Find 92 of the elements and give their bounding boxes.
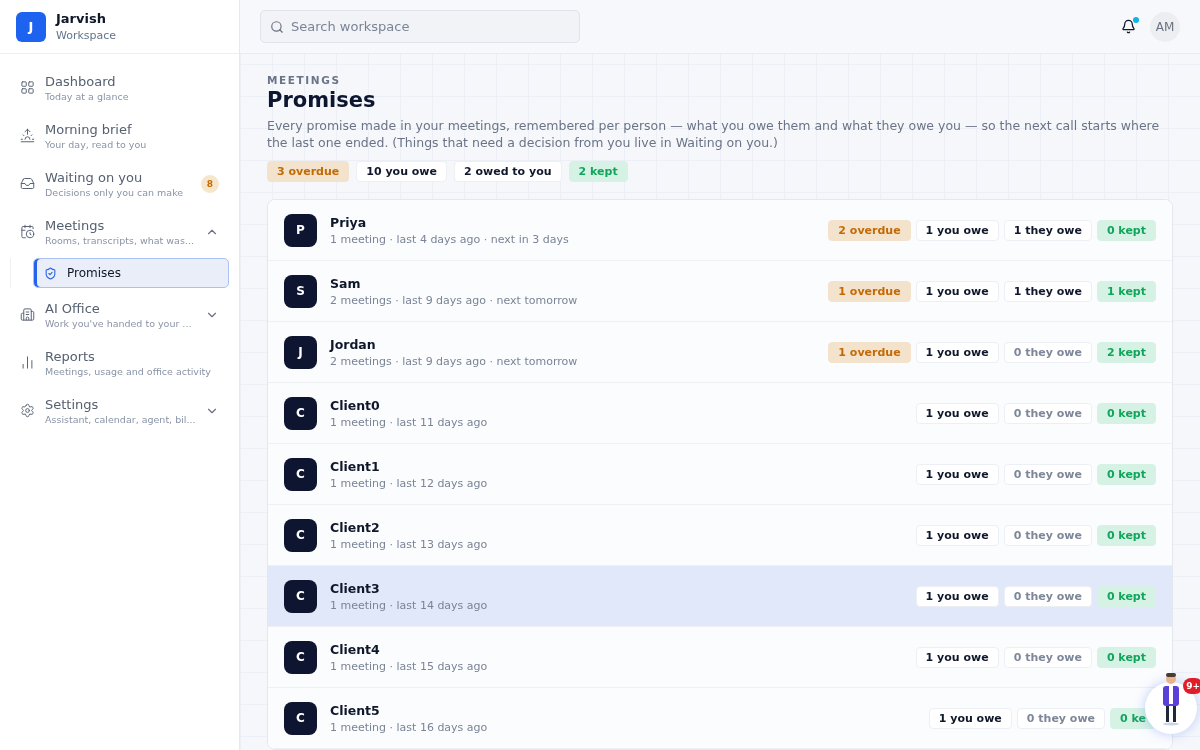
summary-chip: 2 kept <box>568 161 628 182</box>
sidebar-item[interactable]: AI Office Work you've handed to your ... <box>10 293 229 336</box>
sidebar-item[interactable]: Waiting on you Decisions only you can make 8 <box>10 162 229 205</box>
count-pill: 0 they owe <box>1003 341 1092 363</box>
sidebar-item[interactable]: Meetings Rooms, transcripts, what was... <box>10 210 229 253</box>
sidebar-item[interactable]: Settings Assistant, calendar, agent, bil... <box>10 389 229 432</box>
person-row[interactable]: C Client2 1 meeting · last 13 days ago 1 you owe 0 they owe 0 kept <box>268 505 1172 566</box>
search-icon <box>270 20 284 34</box>
section-eyebrow: MEETINGS <box>267 74 342 86</box>
count-pill: 2 kept <box>1096 341 1156 363</box>
count-pill: 0 they owe <box>1016 707 1106 729</box>
person-initial: C <box>284 457 317 491</box>
sidebar-subitem[interactable]: Promises <box>33 258 229 288</box>
brand-logo: J <box>16 11 46 42</box>
person-name: Client1 <box>330 458 381 474</box>
count-pill: 1 you owe <box>915 524 999 546</box>
person-name: Priya <box>330 214 368 230</box>
count-pill: 0 they owe <box>1003 463 1092 485</box>
shield-icon <box>44 266 57 280</box>
sidebar-item[interactable]: Morning brief Your day, read to you <box>10 114 229 157</box>
count-pill: 1 kept <box>1096 280 1156 302</box>
count-pill: 1 overdue <box>828 341 911 363</box>
search-field[interactable]: Search workspace <box>260 10 580 43</box>
count-pill: 1 they owe <box>1003 280 1092 302</box>
count-pill: 0 kept <box>1096 585 1156 607</box>
count-pill: 0 they owe <box>1003 402 1092 424</box>
person-meta: 1 meeting · last 13 days ago <box>330 537 489 551</box>
person-initial: S <box>284 274 317 308</box>
person-initial: C <box>284 396 317 430</box>
page-title: Promises <box>267 88 377 112</box>
person-initial: C <box>284 518 317 552</box>
page-description: Every promise made in your meetings, remembered per person — what you owe them and what they owe you — so the next call starts where the last one ended. (Things that need a decision from you live in Waiting on you.) <box>267 117 1161 151</box>
user-avatar[interactable]: AM <box>1150 11 1180 42</box>
settings-icon <box>20 403 35 418</box>
count-pill: 1 overdue <box>828 280 911 302</box>
person-meta: 1 meeting · last 16 days ago <box>330 720 489 734</box>
person-initial: C <box>284 579 317 613</box>
count-pill: 2 overdue <box>828 219 911 241</box>
count-pill: 1 you owe <box>915 341 999 363</box>
summary-chip: 10 you owe <box>356 161 447 182</box>
count-pill: 1 you owe <box>915 280 999 302</box>
person-initial: P <box>284 213 317 247</box>
person-row[interactable]: C Client5 1 meeting · last 16 days ago 1 you owe 0 they owe 0 ke <box>268 688 1172 749</box>
person-meta: 2 meetings · last 9 days ago · next tomorrow <box>330 293 579 307</box>
person-meta: 1 meeting · last 12 days ago <box>330 476 489 490</box>
person-initial: C <box>284 701 317 735</box>
brand-subtitle: Workspace <box>56 29 117 42</box>
person-name: Client2 <box>330 519 381 535</box>
count-pill: 0 kept <box>1096 219 1156 241</box>
summary-chip: 3 overdue <box>267 161 350 182</box>
person-meta: 1 meeting · last 4 days ago · next in 3 days <box>330 232 570 246</box>
person-meta: 2 meetings · last 9 days ago · next tomorrow <box>330 354 579 368</box>
person-name: Client0 <box>330 397 381 413</box>
person-name: Client3 <box>330 580 381 596</box>
count-pill: 0 kept <box>1096 463 1156 485</box>
count-pill: 0 kept <box>1096 524 1156 546</box>
person-name: Sam <box>330 275 362 291</box>
count-pill: 1 you owe <box>915 402 999 424</box>
sidebar-item[interactable]: Reports Meetings, usage and office activity <box>10 341 229 384</box>
person-row[interactable]: C Client4 1 meeting · last 15 days ago 1 you owe 0 they owe 0 kept <box>268 627 1172 688</box>
person-row[interactable]: S Sam 2 meetings · last 9 days ago · next tomorrow 1 overdue 1 you owe 1 they owe 1 kept <box>268 261 1172 322</box>
count-pill: 0 kept <box>1096 402 1156 424</box>
count-pill: 1 you owe <box>915 219 999 241</box>
person-meta: 1 meeting · last 15 days ago <box>330 659 489 673</box>
inbox-icon <box>20 176 35 191</box>
person-row[interactable]: C Client3 1 meeting · last 14 days ago 1 you owe 0 they owe 0 kept <box>268 566 1172 627</box>
summary-chip: 2 owed to you <box>454 161 562 182</box>
bell-icon[interactable] <box>1121 19 1136 34</box>
count-pill: 0 they owe <box>1003 585 1092 607</box>
person-name: Client4 <box>330 641 381 657</box>
person-name: Client5 <box>330 702 381 718</box>
person-meta: 1 meeting · last 14 days ago <box>330 598 489 612</box>
sidebar-item[interactable]: Dashboard Today at a glance <box>10 66 229 109</box>
count-pill: 0 they owe <box>1003 646 1092 668</box>
person-row[interactable]: C Client1 1 meeting · last 12 days ago 1 you owe 0 they owe 0 kept <box>268 444 1172 505</box>
count-pill: 0 kept <box>1096 646 1156 668</box>
person-name: Jordan <box>330 336 377 352</box>
count-pill: 1 you owe <box>928 707 1012 729</box>
count-badge: 8 <box>200 174 219 193</box>
person-initial: J <box>284 335 317 369</box>
count-pill: 1 you owe <box>915 463 999 485</box>
count-pill: 1 they owe <box>1003 219 1092 241</box>
count-pill: 1 you owe <box>915 585 999 607</box>
person-row[interactable]: J Jordan 2 meetings · last 9 days ago · next tomorrow 1 overdue 1 you owe 0 they owe 2 kept <box>268 322 1172 383</box>
count-pill: 0 they owe <box>1003 524 1092 546</box>
person-row[interactable]: P Priya 1 meeting · last 4 days ago · next in 3 days 2 overdue 1 you owe 1 they owe 0 kept <box>268 200 1172 261</box>
person-meta: 1 meeting · last 11 days ago <box>330 415 489 429</box>
count-pill: 1 you owe <box>915 646 999 668</box>
person-initial: C <box>284 640 317 674</box>
person-row[interactable]: C Client0 1 meeting · last 11 days ago 1 you owe 0 they owe 0 kept <box>268 383 1172 444</box>
brand-name: Jarvish <box>56 11 107 26</box>
notification-badge: 9+ <box>1183 678 1200 694</box>
